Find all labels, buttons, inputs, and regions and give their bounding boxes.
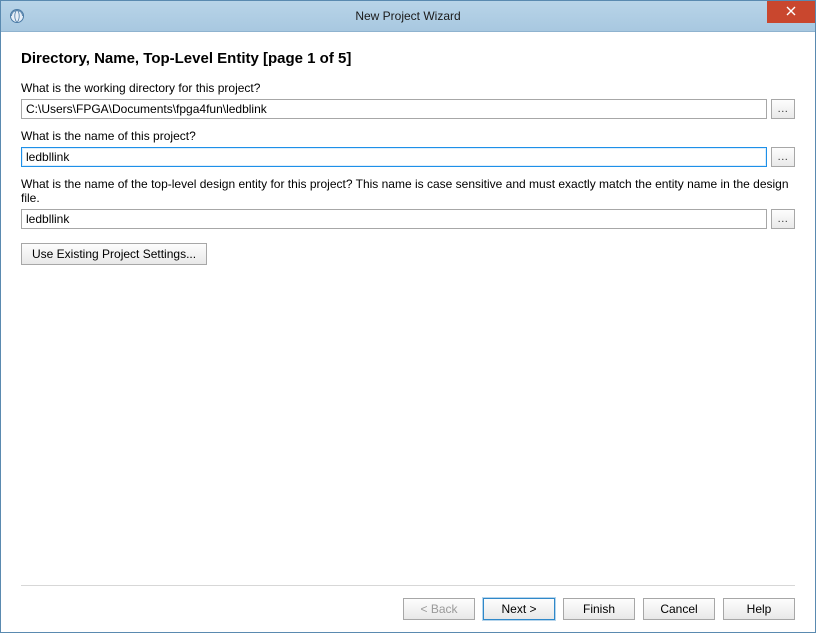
finish-button[interactable]: Finish <box>563 598 635 620</box>
directory-label: What is the working directory for this p… <box>21 81 795 95</box>
next-button[interactable]: Next > <box>483 598 555 620</box>
field-top-level-entity: What is the name of the top-level design… <box>21 177 795 229</box>
field-working-directory: What is the working directory for this p… <box>21 81 795 119</box>
project-name-browse-button[interactable]: ... <box>771 147 795 167</box>
help-button[interactable]: Help <box>723 598 795 620</box>
directory-browse-button[interactable]: ... <box>771 99 795 119</box>
close-button[interactable] <box>767 1 815 23</box>
client-area: Directory, Name, Top-Level Entity [page … <box>1 32 815 632</box>
footer-buttons: < Back Next > Finish Cancel Help <box>21 585 795 620</box>
top-entity-browse-button[interactable]: ... <box>771 209 795 229</box>
titlebar: New Project Wizard <box>1 1 815 32</box>
directory-input-row: ... <box>21 99 795 119</box>
top-entity-input[interactable] <box>21 209 767 229</box>
project-name-input[interactable] <box>21 147 767 167</box>
cancel-button[interactable]: Cancel <box>643 598 715 620</box>
project-name-label: What is the name of this project? <box>21 129 795 143</box>
top-entity-label: What is the name of the top-level design… <box>21 177 795 205</box>
spacer <box>21 265 795 585</box>
app-icon <box>9 8 25 24</box>
close-icon <box>786 5 796 19</box>
page-title: Directory, Name, Top-Level Entity [page … <box>21 50 795 67</box>
back-button[interactable]: < Back <box>403 598 475 620</box>
use-existing-settings-button[interactable]: Use Existing Project Settings... <box>21 243 207 265</box>
project-name-input-row: ... <box>21 147 795 167</box>
window-title: New Project Wizard <box>1 9 815 23</box>
field-project-name: What is the name of this project? ... <box>21 129 795 167</box>
wizard-window: New Project Wizard Directory, Name, Top-… <box>0 0 816 633</box>
top-entity-input-row: ... <box>21 209 795 229</box>
directory-input[interactable] <box>21 99 767 119</box>
